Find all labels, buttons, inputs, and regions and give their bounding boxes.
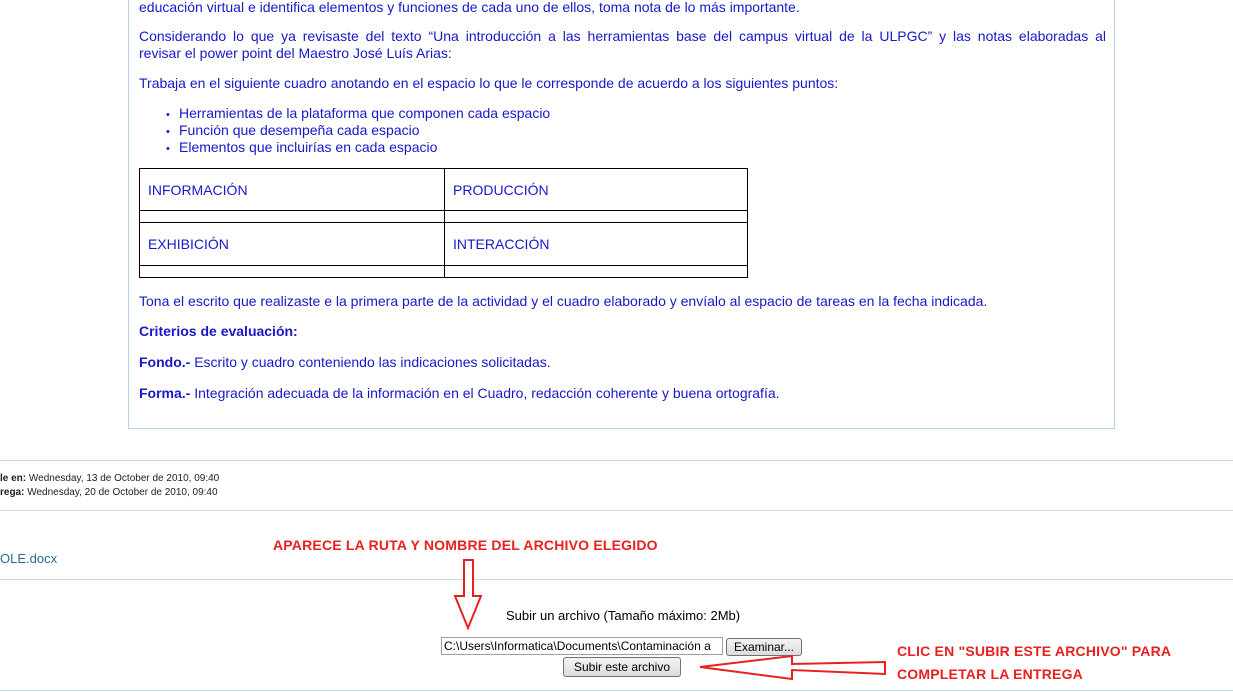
left-arrow-icon — [699, 654, 886, 681]
down-arrow-icon — [453, 559, 483, 631]
annotation-arrows — [453, 559, 886, 681]
